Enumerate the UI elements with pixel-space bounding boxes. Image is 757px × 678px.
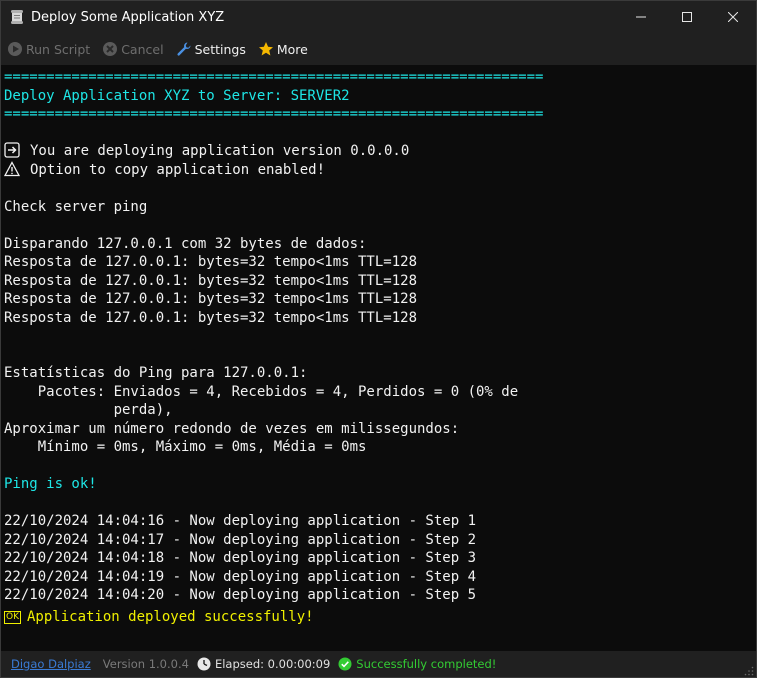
check-ping-line: Check server ping: [4, 198, 148, 215]
deploy-step-line: 22/10/2024 14:04:20 - Now deploying appl…: [4, 587, 477, 603]
cancel-icon: [102, 41, 118, 57]
more-label: More: [276, 41, 308, 57]
author-link[interactable]: Digao Dalpiaz: [11, 657, 91, 671]
settings-button[interactable]: Settings: [176, 41, 246, 57]
console-output[interactable]: ========================================…: [1, 65, 756, 651]
star-icon: [258, 41, 274, 57]
ping-stats-packets-cont: perda),: [4, 402, 173, 418]
ping-stats-approx: Aproximar um número redondo de vezes em …: [4, 420, 460, 437]
copy-option-text: Option to copy application enabled!: [30, 161, 326, 178]
deploy-step-line: 22/10/2024 14:04:17 - Now deploying appl…: [4, 531, 477, 548]
check-circle-icon: [338, 657, 352, 671]
deploy-step-line: 22/10/2024 14:04:18 - Now deploying appl…: [4, 550, 477, 566]
close-button[interactable]: [710, 1, 756, 33]
maximize-icon: [682, 12, 692, 22]
more-button[interactable]: More: [258, 41, 308, 57]
minimize-button[interactable]: [618, 1, 664, 33]
toolbar: Run Script Cancel Settings More: [1, 33, 756, 65]
warning-icon: [3, 160, 21, 177]
separator-line: ========================================…: [4, 69, 544, 85]
app-window: Deploy Some Application XYZ Run Script C…: [0, 0, 757, 678]
completion-status: Successfully completed!: [338, 657, 496, 671]
ping-stats-title: Estatísticas do Ping para 127.0.0.1:: [4, 365, 308, 381]
version-label: Version 1.0.0.4: [102, 657, 189, 671]
wrench-icon: [176, 41, 192, 57]
window-title: Deploy Some Application XYZ: [31, 9, 225, 25]
ping-reply-line: Resposta de 127.0.0.1: bytes=32 tempo<1m…: [4, 272, 418, 289]
copy-option-line: Option to copy application enabled!: [3, 160, 756, 180]
ping-reply-line: Resposta de 127.0.0.1: bytes=32 tempo<1m…: [4, 254, 418, 270]
ping-stats-times: Mínimo = 0ms, Máximo = 0ms, Média = 0ms: [4, 439, 367, 455]
maximize-button[interactable]: [664, 1, 710, 33]
script-scroll-icon: [9, 9, 25, 25]
deploy-step-line: 22/10/2024 14:04:19 - Now deploying appl…: [4, 568, 477, 585]
run-script-button[interactable]: Run Script: [7, 41, 90, 57]
final-message-line: OK Application deployed successfully!: [4, 608, 756, 627]
elapsed-text: Elapsed: 0.00:00:09: [214, 657, 331, 671]
status-bar: Digao Dalpiaz Version 1.0.0.4 Elapsed: 0…: [1, 651, 756, 677]
ping-reply-line: Resposta de 127.0.0.1: bytes=32 tempo<1m…: [4, 291, 418, 307]
window-controls: [618, 1, 756, 33]
version-line: You are deploying application version 0.…: [4, 142, 756, 161]
final-message-text: Application deployed successfully!: [27, 608, 314, 625]
arrow-right-box-icon: [4, 142, 20, 158]
ping-intro-line: Disparando 127.0.0.1 com 32 bytes de dad…: [4, 235, 367, 252]
minimize-icon: [636, 16, 646, 18]
deploy-step-line: 22/10/2024 14:04:16 - Now deploying appl…: [4, 513, 477, 529]
resize-grip-icon[interactable]: [744, 665, 754, 676]
cancel-label: Cancel: [121, 41, 164, 57]
close-icon: [728, 12, 738, 22]
ping-reply-line: Resposta de 127.0.0.1: bytes=32 tempo<1m…: [4, 309, 418, 326]
ok-badge-icon: OK: [4, 610, 21, 624]
run-script-label: Run Script: [26, 41, 91, 57]
title-bar[interactable]: Deploy Some Application XYZ: [1, 1, 756, 33]
play-icon: [7, 41, 23, 57]
settings-label: Settings: [194, 41, 246, 57]
ping-stats-packets: Pacotes: Enviados = 4, Recebidos = 4, Pe…: [4, 383, 519, 400]
console-header: Deploy Application XYZ to Server: SERVER…: [4, 87, 350, 104]
cancel-button[interactable]: Cancel: [102, 41, 164, 57]
elapsed-indicator: Elapsed: 0.00:00:09: [197, 657, 330, 671]
clock-icon: [197, 657, 211, 671]
version-text: You are deploying application version 0.…: [30, 143, 410, 159]
ping-ok-line: Ping is ok!: [4, 476, 97, 492]
separator-line: ========================================…: [4, 106, 544, 122]
completion-status-text: Successfully completed!: [356, 657, 497, 671]
